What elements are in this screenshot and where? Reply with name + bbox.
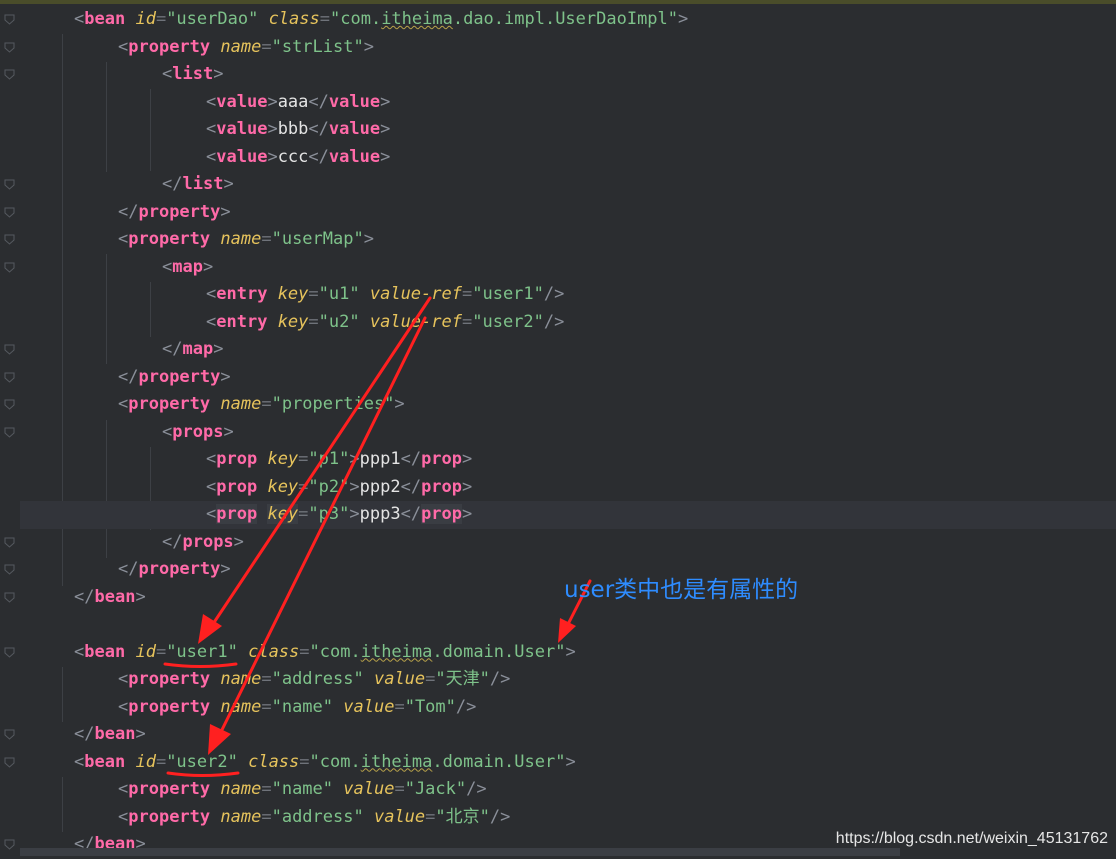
red-arrows: [163, 296, 592, 777]
annotation-overlay: [163, 296, 592, 777]
fold-icon[interactable]: [4, 372, 15, 383]
fold-icon[interactable]: [4, 14, 15, 25]
fold-icon[interactable]: [4, 564, 15, 575]
fold-icon[interactable]: [4, 647, 15, 658]
fold-icon[interactable]: [4, 399, 15, 410]
fold-icon[interactable]: [4, 427, 15, 438]
fold-icon[interactable]: [4, 42, 15, 53]
fold-icon[interactable]: [4, 69, 15, 80]
fold-icon[interactable]: [4, 179, 15, 190]
fold-icon[interactable]: [4, 839, 15, 850]
fold-icon[interactable]: [4, 262, 15, 273]
fold-icon[interactable]: [4, 729, 15, 740]
fold-icon[interactable]: [4, 207, 15, 218]
fold-icon[interactable]: [4, 537, 15, 548]
fold-icon[interactable]: [4, 234, 15, 245]
fold-icon[interactable]: [4, 592, 15, 603]
fold-icon[interactable]: [4, 344, 15, 355]
annotation-text: user类中也是有属性的: [564, 577, 799, 603]
fold-icon[interactable]: [4, 757, 15, 768]
